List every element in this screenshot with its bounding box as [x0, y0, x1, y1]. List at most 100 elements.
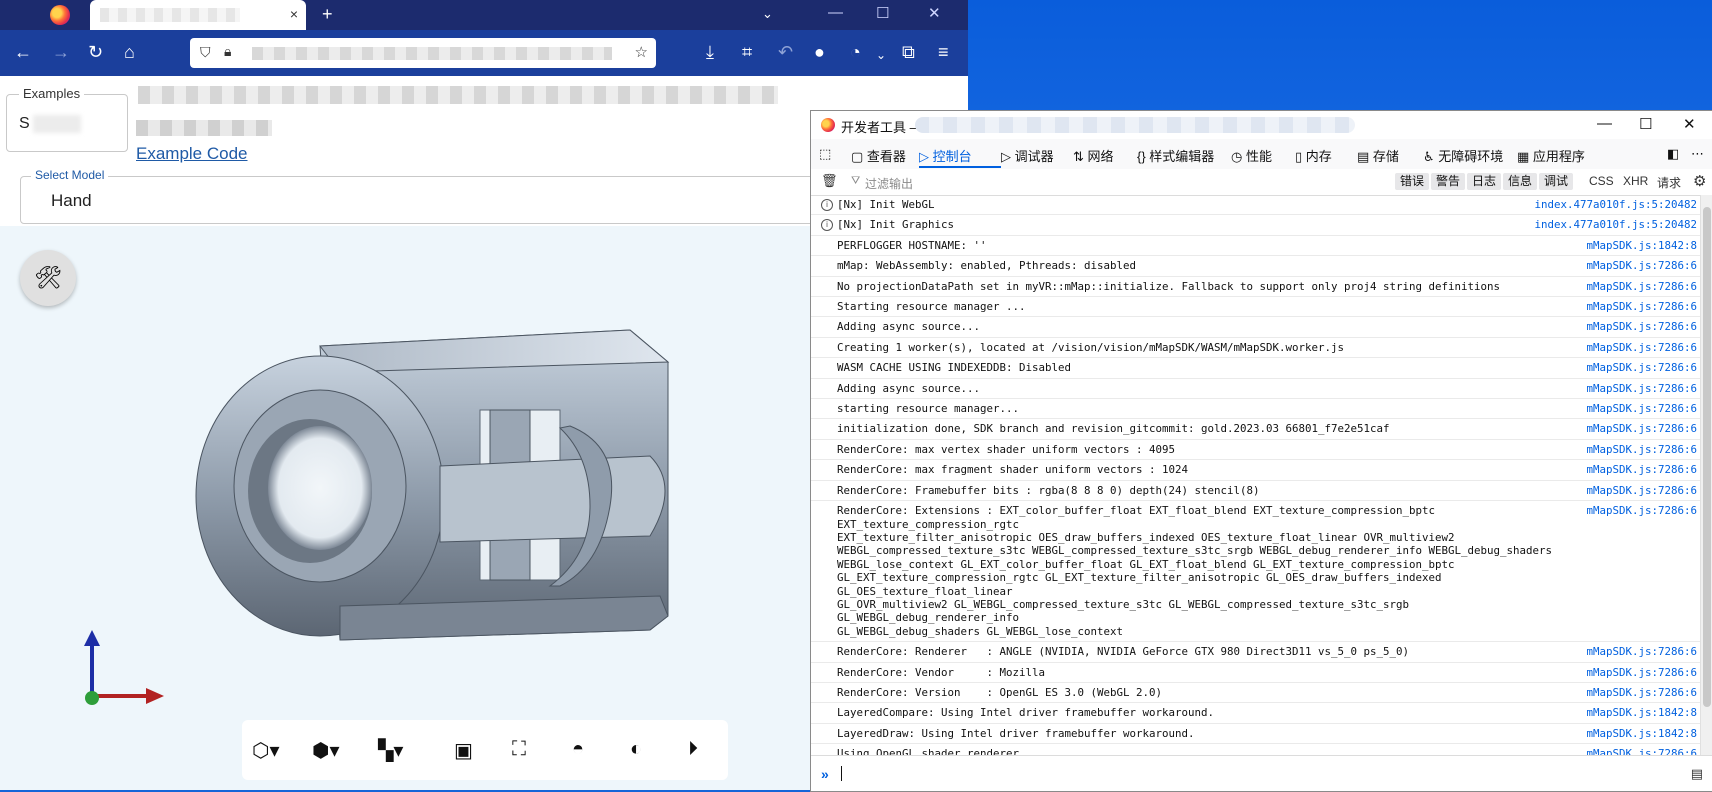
filter-warnings-button[interactable]: 警告	[1431, 173, 1466, 190]
console-source-link[interactable]: mMapSDK.js:7286:6	[1586, 422, 1697, 435]
console-scrollbar[interactable]	[1700, 195, 1712, 755]
console-source-link[interactable]: mMapSDK.js:1842:8	[1586, 727, 1697, 740]
console-source-link[interactable]: mMapSDK.js:7286:6	[1586, 443, 1697, 456]
console-message: i [Nx] Init Graphics index.477a010f.js:5:2…	[811, 215, 1701, 236]
console-message-text: Adding async source...	[837, 320, 981, 334]
extensions-puzzle-icon[interactable]: ⧉	[902, 42, 915, 62]
downloads-icon[interactable]: ⤓	[706, 42, 714, 62]
lock-icon[interactable]: 🔒︎	[224, 43, 231, 60]
console-source-link[interactable]: mMapSDK.js:1842:8	[1586, 706, 1697, 719]
console-source-link[interactable]: mMapSDK.js:7286:6	[1586, 484, 1697, 497]
console-source-link[interactable]: index.477a010f.js:5:20482	[1534, 198, 1697, 211]
material-drop-icon[interactable]: ◓	[572, 738, 584, 761]
tab-storage[interactable]: ▤ 存储	[1357, 146, 1399, 165]
tools-icon[interactable]: 🛠︎	[20, 250, 76, 306]
browser-tab[interactable]: ×	[90, 0, 306, 30]
maximize-icon[interactable]: ☐	[1639, 115, 1652, 133]
close-window-icon[interactable]: ✕	[928, 4, 941, 22]
home-icon[interactable]: ⌂	[124, 42, 135, 62]
shield-icon[interactable]: ⛉	[200, 44, 211, 61]
console-message: Creating 1 worker(s), located at /vision…	[811, 338, 1701, 359]
console-source-link[interactable]: mMapSDK.js:7286:6	[1586, 361, 1697, 374]
console-source-link[interactable]: mMapSDK.js:7286:6	[1586, 259, 1697, 272]
menu-hamburger-icon[interactable]: ≡	[938, 42, 949, 62]
example-code-link[interactable]: Example Code	[136, 144, 248, 164]
list-tabs-chevron-icon[interactable]: ⌄	[762, 6, 773, 22]
tab-debugger[interactable]: ▷ 调试器	[1001, 146, 1054, 165]
tab-inspector[interactable]: ▢ 查看器	[851, 146, 906, 165]
close-window-icon[interactable]: ✕	[1683, 115, 1696, 133]
filter-debug-button[interactable]: 调试	[1539, 173, 1574, 190]
console-source-link[interactable]: mMapSDK.js:7286:6	[1586, 280, 1697, 293]
extension-fox-icon[interactable]: ●	[814, 42, 825, 62]
back-arrow-icon[interactable]: ←	[14, 42, 32, 62]
scrollbar-thumb[interactable]	[1703, 207, 1711, 707]
devtools-titlebar: 开发者工具 — — ☐ ✕	[811, 111, 1712, 139]
sync-icon[interactable]: ◔	[850, 42, 861, 62]
url-bar[interactable]: ⛉ 🔒︎ ☆	[190, 38, 656, 68]
undo-icon[interactable]: ↶	[778, 42, 793, 62]
filter-requests-button[interactable]: 请求	[1657, 174, 1681, 191]
forward-arrow-icon[interactable]: →	[52, 42, 70, 62]
screenshot-crop-icon[interactable]: ⌗	[742, 42, 752, 62]
filter-css-button[interactable]: CSS	[1589, 174, 1614, 188]
tab-network[interactable]: ⇅ 网络	[1073, 146, 1114, 165]
select-model-dropdown[interactable]: Select Model Hand	[20, 168, 842, 224]
minimize-icon[interactable]: —	[1597, 115, 1612, 132]
tab-accessibility[interactable]: ♿︎ 无障碍环境	[1423, 146, 1503, 165]
console-source-link[interactable]: mMapSDK.js:7286:6	[1586, 747, 1697, 755]
devtools-window: 开发者工具 — — ☐ ✕ ⬚ ▢ 查看器 ▷ 控制台 ▷ 调试器 ⇅ 网络 {…	[810, 110, 1712, 792]
fit-view-icon[interactable]: ⛶	[512, 738, 526, 761]
console-message: PERFLOGGER HOSTNAME: '' mMapSDK.js:1842:8	[811, 236, 1701, 257]
reload-icon[interactable]: ↻	[88, 42, 103, 62]
console-message: mMap: WebAssembly: enabled, Pthreads: di…	[811, 256, 1701, 277]
dock-side-icon[interactable]: ◧	[1667, 146, 1679, 162]
console-source-link[interactable]: mMapSDK.js:7286:6	[1586, 463, 1697, 476]
compare-icon[interactable]: ◐	[630, 738, 642, 761]
section-icon[interactable]: ▚▾	[378, 738, 403, 763]
examples-select[interactable]: Examples S	[6, 86, 128, 152]
axis-gizmo	[84, 630, 164, 705]
settings-gear-icon[interactable]: ⚙	[1693, 172, 1706, 190]
minimize-icon[interactable]: —	[828, 4, 843, 21]
maximize-icon[interactable]: ☐	[876, 4, 889, 22]
filter-logs-button[interactable]: 日志	[1467, 173, 1502, 190]
console-input[interactable]: » ▤	[811, 755, 1712, 791]
console-source-link[interactable]: mMapSDK.js:7286:6	[1586, 320, 1697, 333]
tab-console[interactable]: ▷ 控制台	[919, 146, 972, 165]
console-prompt-icon: »	[821, 766, 829, 782]
filter-errors-button[interactable]: 错误	[1395, 173, 1430, 190]
console-source-link[interactable]: mMapSDK.js:7286:6	[1586, 382, 1697, 395]
filter-info-button[interactable]: 信息	[1503, 173, 1538, 190]
new-tab-button[interactable]: +	[322, 4, 333, 25]
view-cube-icon[interactable]: ⬡▾	[252, 738, 280, 763]
console-source-link[interactable]: mMapSDK.js:7286:6	[1586, 300, 1697, 313]
screenshot-icon[interactable]: ▣	[454, 738, 473, 763]
tab-style-editor[interactable]: {} 样式编辑器	[1137, 146, 1214, 165]
console-message: Starting resource manager ... mMapSDK.js:…	[811, 297, 1701, 318]
tab-performance[interactable]: ◷ 性能	[1231, 146, 1272, 165]
console-source-link[interactable]: mMapSDK.js:7286:6	[1586, 504, 1697, 517]
shading-cube-icon[interactable]: ⬢▾	[312, 738, 340, 763]
split-console-icon[interactable]: ▤	[1691, 766, 1703, 782]
filter-output-input[interactable]: 过滤输出	[865, 175, 913, 192]
console-source-link[interactable]: mMapSDK.js:7286:6	[1586, 402, 1697, 415]
page-title-redacted	[138, 86, 778, 104]
firefox-logo-icon[interactable]	[50, 5, 70, 25]
close-tab-icon[interactable]: ×	[290, 6, 298, 22]
element-picker-icon[interactable]: ⬚	[819, 146, 831, 162]
bookmark-star-icon[interactable]: ☆	[635, 43, 648, 61]
more-options-icon[interactable]: ⋯	[1691, 146, 1704, 162]
chevron-down-icon[interactable]: ⌄	[876, 45, 886, 65]
console-source-link[interactable]: mMapSDK.js:7286:6	[1586, 666, 1697, 679]
filter-xhr-button[interactable]: XHR	[1623, 174, 1648, 188]
clear-console-trash-icon[interactable]: 🗑︎	[821, 173, 838, 189]
console-source-link[interactable]: index.477a010f.js:5:20482	[1534, 218, 1697, 231]
console-source-link[interactable]: mMapSDK.js:7286:6	[1586, 645, 1697, 658]
console-source-link[interactable]: mMapSDK.js:7286:6	[1586, 341, 1697, 354]
tab-application[interactable]: ▦ 应用程序	[1517, 146, 1585, 165]
console-source-link[interactable]: mMapSDK.js:7286:6	[1586, 686, 1697, 699]
console-source-link[interactable]: mMapSDK.js:1842:8	[1586, 239, 1697, 252]
play-icon[interactable]: ⏵	[688, 738, 698, 761]
tab-memory[interactable]: ▯ 内存	[1295, 146, 1332, 165]
